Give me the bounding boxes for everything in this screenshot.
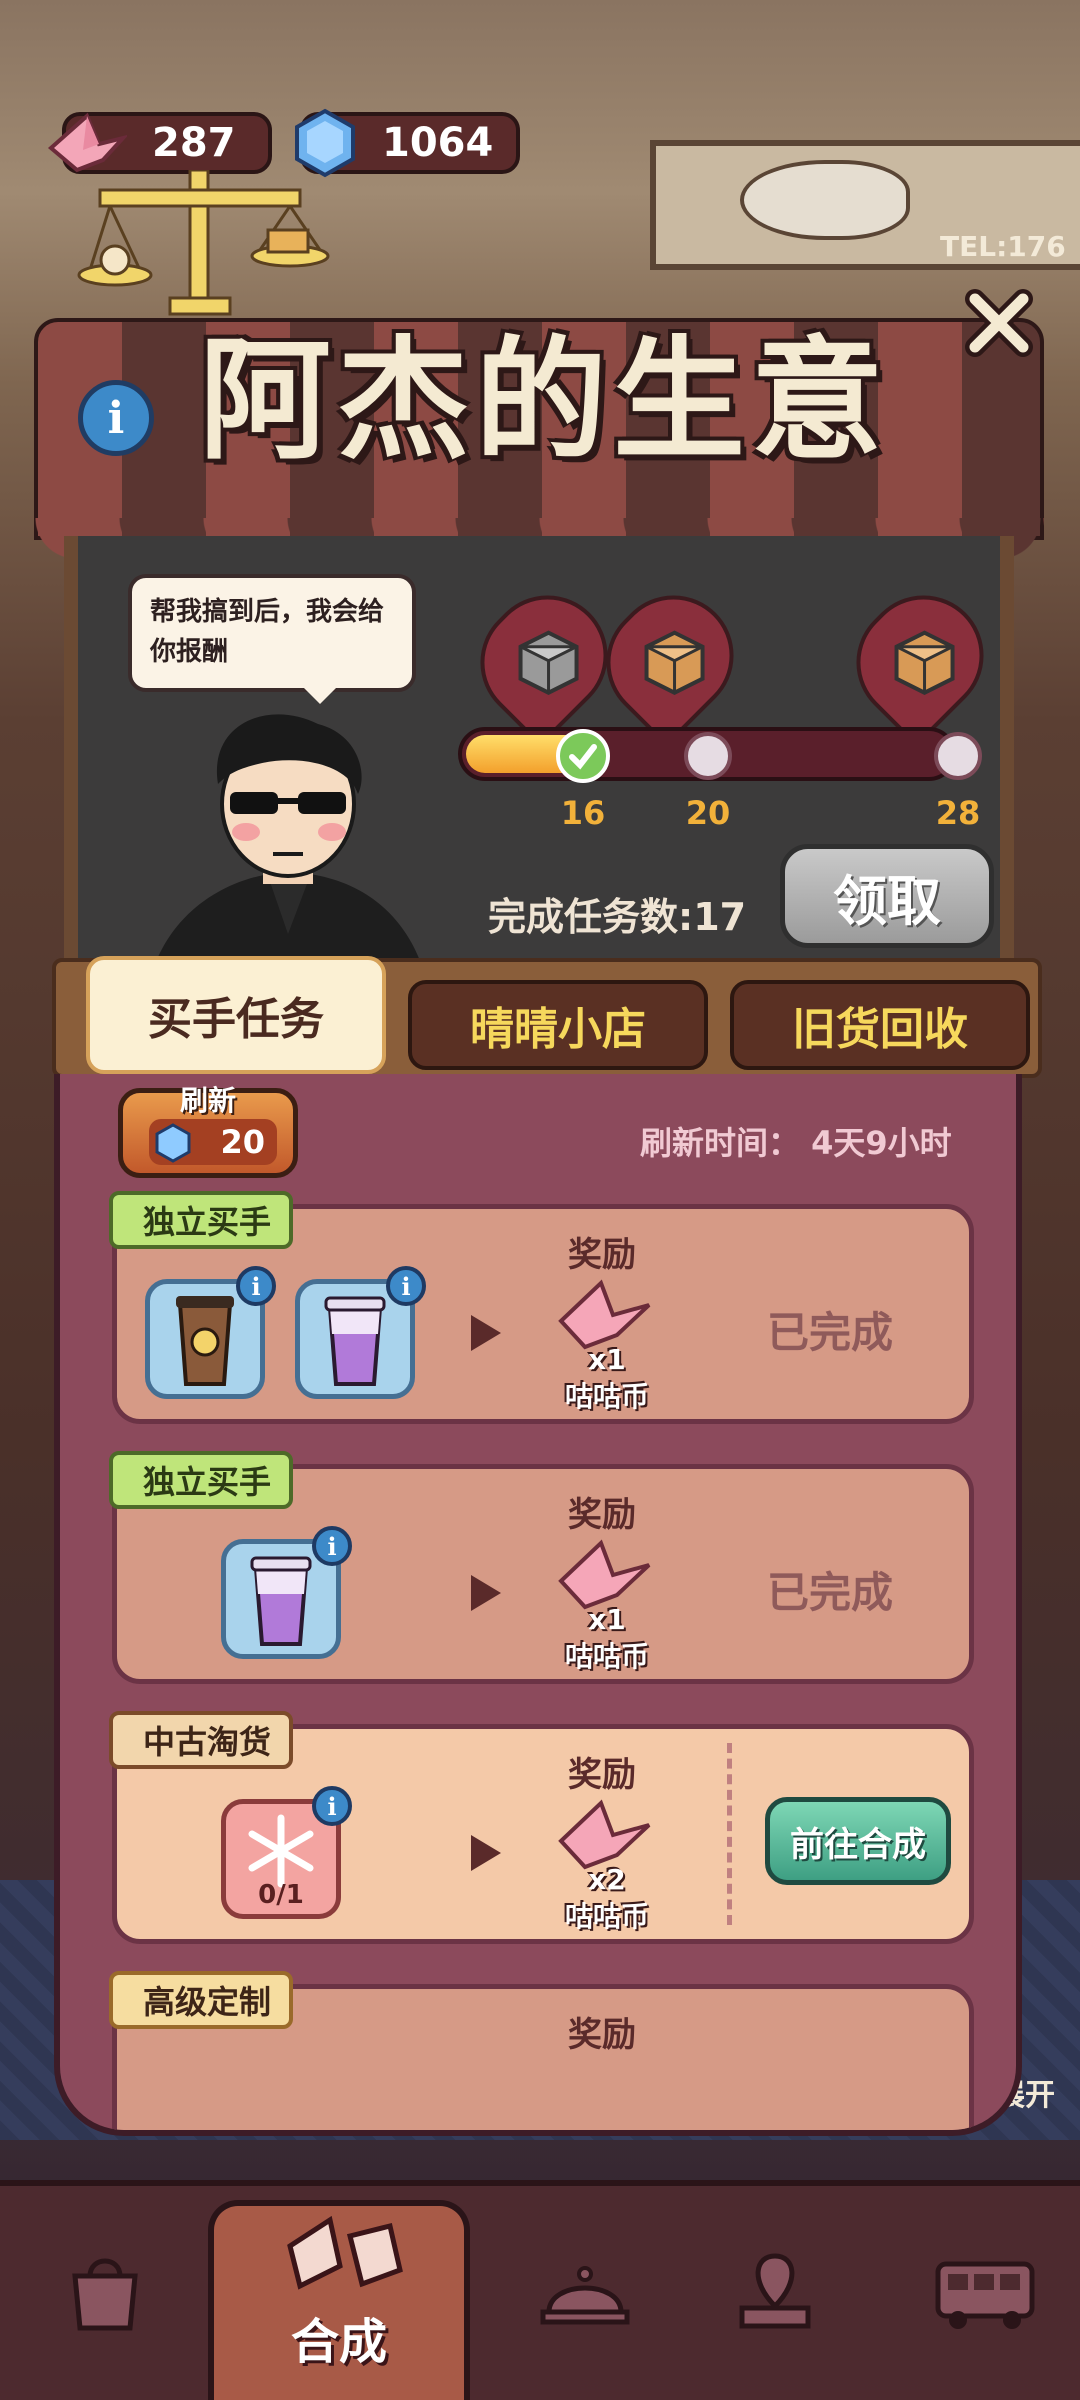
- panel-title: 阿杰的生意: [199, 323, 889, 478]
- milestone-20[interactable]: [581, 570, 759, 748]
- tab-qingqing-shop[interactable]: 晴晴小店: [408, 980, 708, 1070]
- service-bell-icon: [540, 2266, 630, 2325]
- item-info-icon[interactable]: i: [312, 1526, 352, 1566]
- speech-bubble: 帮我搞到后，我会给你报酬: [128, 574, 416, 704]
- reward-quantity: x1: [588, 1603, 626, 1636]
- milestone-28[interactable]: [831, 570, 1009, 748]
- cardboard-box-icon: [894, 630, 955, 695]
- item-slot[interactable]: i: [145, 1266, 276, 1399]
- task-tag: 独立买手: [109, 1191, 294, 1249]
- item-slot[interactable]: i: [221, 1526, 352, 1659]
- reward-name: 咕咕币: [564, 1900, 649, 1933]
- bus-icon: [935, 2261, 1035, 2329]
- nav-service[interactable]: [510, 2216, 660, 2366]
- tab-buyer-tasks[interactable]: 买手任务: [86, 956, 386, 1074]
- reward-quantity: x1: [588, 1343, 626, 1376]
- fish-sign-icon: [740, 160, 910, 240]
- gray-box-icon: [518, 630, 579, 695]
- card-divider: [727, 1743, 732, 1925]
- chalkboard: 帮我搞到后，我会给你报酬 16 20 28 完成任务数:17 领取: [64, 536, 1014, 986]
- gem-icon: [155, 1123, 191, 1163]
- task-tag: 中古淘货: [109, 1711, 294, 1769]
- item-info-icon[interactable]: i: [236, 1266, 276, 1306]
- refresh-time: 刷新时间： 4天9小时: [640, 1124, 952, 1162]
- tab-second-hand-recycle[interactable]: 旧货回收: [730, 980, 1030, 1070]
- task-card: 中古淘货 0/1 i 奖励 x2 咕咕币 前往合成: [109, 1711, 974, 1944]
- business-panel: 阿杰的生意 i 帮我搞到后，我会给你报酬 16 20 28 完成任务数:17 领…: [34, 289, 1044, 2148]
- tel-sign-text: TEL:176: [940, 230, 1066, 263]
- close-icon: [965, 289, 1033, 357]
- shopping-bag-icon: [72, 2258, 138, 2331]
- nav-bus[interactable]: [910, 2216, 1060, 2366]
- arrow-icon: [471, 1575, 501, 1611]
- reward-label: 奖励: [568, 1495, 636, 1535]
- task-tag: 独立买手: [109, 1451, 294, 1509]
- arrow-icon: [471, 1835, 501, 1871]
- info-icon: i: [107, 392, 125, 444]
- milestone-check-icon: [556, 729, 610, 783]
- refresh-label: 刷新: [179, 1084, 236, 1117]
- craft-icon: [287, 2215, 403, 2290]
- task-card: 独立买手 i i 奖励 x1 咕咕币 已完成: [109, 1191, 974, 1424]
- cardboard-box-icon: [644, 630, 705, 695]
- claim-button[interactable]: 领取: [780, 844, 994, 948]
- reward-label: 奖励: [568, 1755, 636, 1795]
- close-button[interactable]: [954, 278, 1044, 368]
- bottom-nav: [0, 2180, 1080, 2400]
- milestone-label-28: 28: [935, 794, 981, 832]
- milestone-dot-20: [684, 732, 732, 780]
- task-status: 已完成: [767, 1308, 894, 1357]
- character-ajie: [148, 714, 428, 986]
- nav-craft[interactable]: 合成: [208, 2200, 470, 2400]
- milestone-label-20: 20: [685, 794, 731, 832]
- gem-amount: 1064: [382, 120, 494, 166]
- tab-bar: 买手任务 晴晴小店 旧货回收: [52, 956, 1042, 1078]
- reward-name: 咕咕币: [564, 1640, 649, 1673]
- reward-name: 咕咕币: [564, 1380, 649, 1413]
- reward-label: 奖励: [568, 2015, 636, 2055]
- milestone-dot-28: [934, 732, 982, 780]
- item-info-icon[interactable]: i: [312, 1786, 352, 1826]
- arrow-icon: [471, 1315, 501, 1351]
- nav-map[interactable]: [700, 2216, 850, 2366]
- task-status: 已完成: [767, 1568, 894, 1617]
- crane-amount: 287: [152, 120, 236, 166]
- reward-label: 奖励: [568, 1235, 636, 1275]
- item-info-icon[interactable]: i: [386, 1266, 426, 1306]
- completed-tasks-count: 完成任务数:17: [488, 895, 747, 939]
- gem-currency[interactable]: 1064: [295, 108, 520, 178]
- crane-currency[interactable]: 287: [47, 112, 272, 174]
- nav-craft-label: 合成: [290, 2314, 387, 2370]
- milestone-label-16: 16: [560, 794, 606, 832]
- task-list: 刷新 20 刷新时间： 4天9小时 独立买手 i i 奖励 x1 咕咕币 已完成…: [54, 1074, 1022, 2136]
- nav-bag[interactable]: [30, 2216, 180, 2366]
- info-button[interactable]: i: [78, 380, 154, 456]
- refresh-button[interactable]: 刷新 20: [118, 1084, 298, 1178]
- item-slot[interactable]: i: [295, 1266, 426, 1399]
- item-progress: 0/1: [258, 1880, 304, 1910]
- reward-quantity: x2: [588, 1863, 626, 1896]
- task-tag: 高级定制: [109, 1971, 294, 2029]
- task-card: 独立买手 i 奖励 x1 咕咕币 已完成: [109, 1451, 974, 1684]
- task-card: 高级定制 奖励: [109, 1971, 974, 2130]
- map-pin-icon: [739, 2253, 811, 2329]
- item-slot[interactable]: 0/1 i: [221, 1786, 352, 1919]
- go-craft-button[interactable]: 前往合成: [765, 1797, 951, 1885]
